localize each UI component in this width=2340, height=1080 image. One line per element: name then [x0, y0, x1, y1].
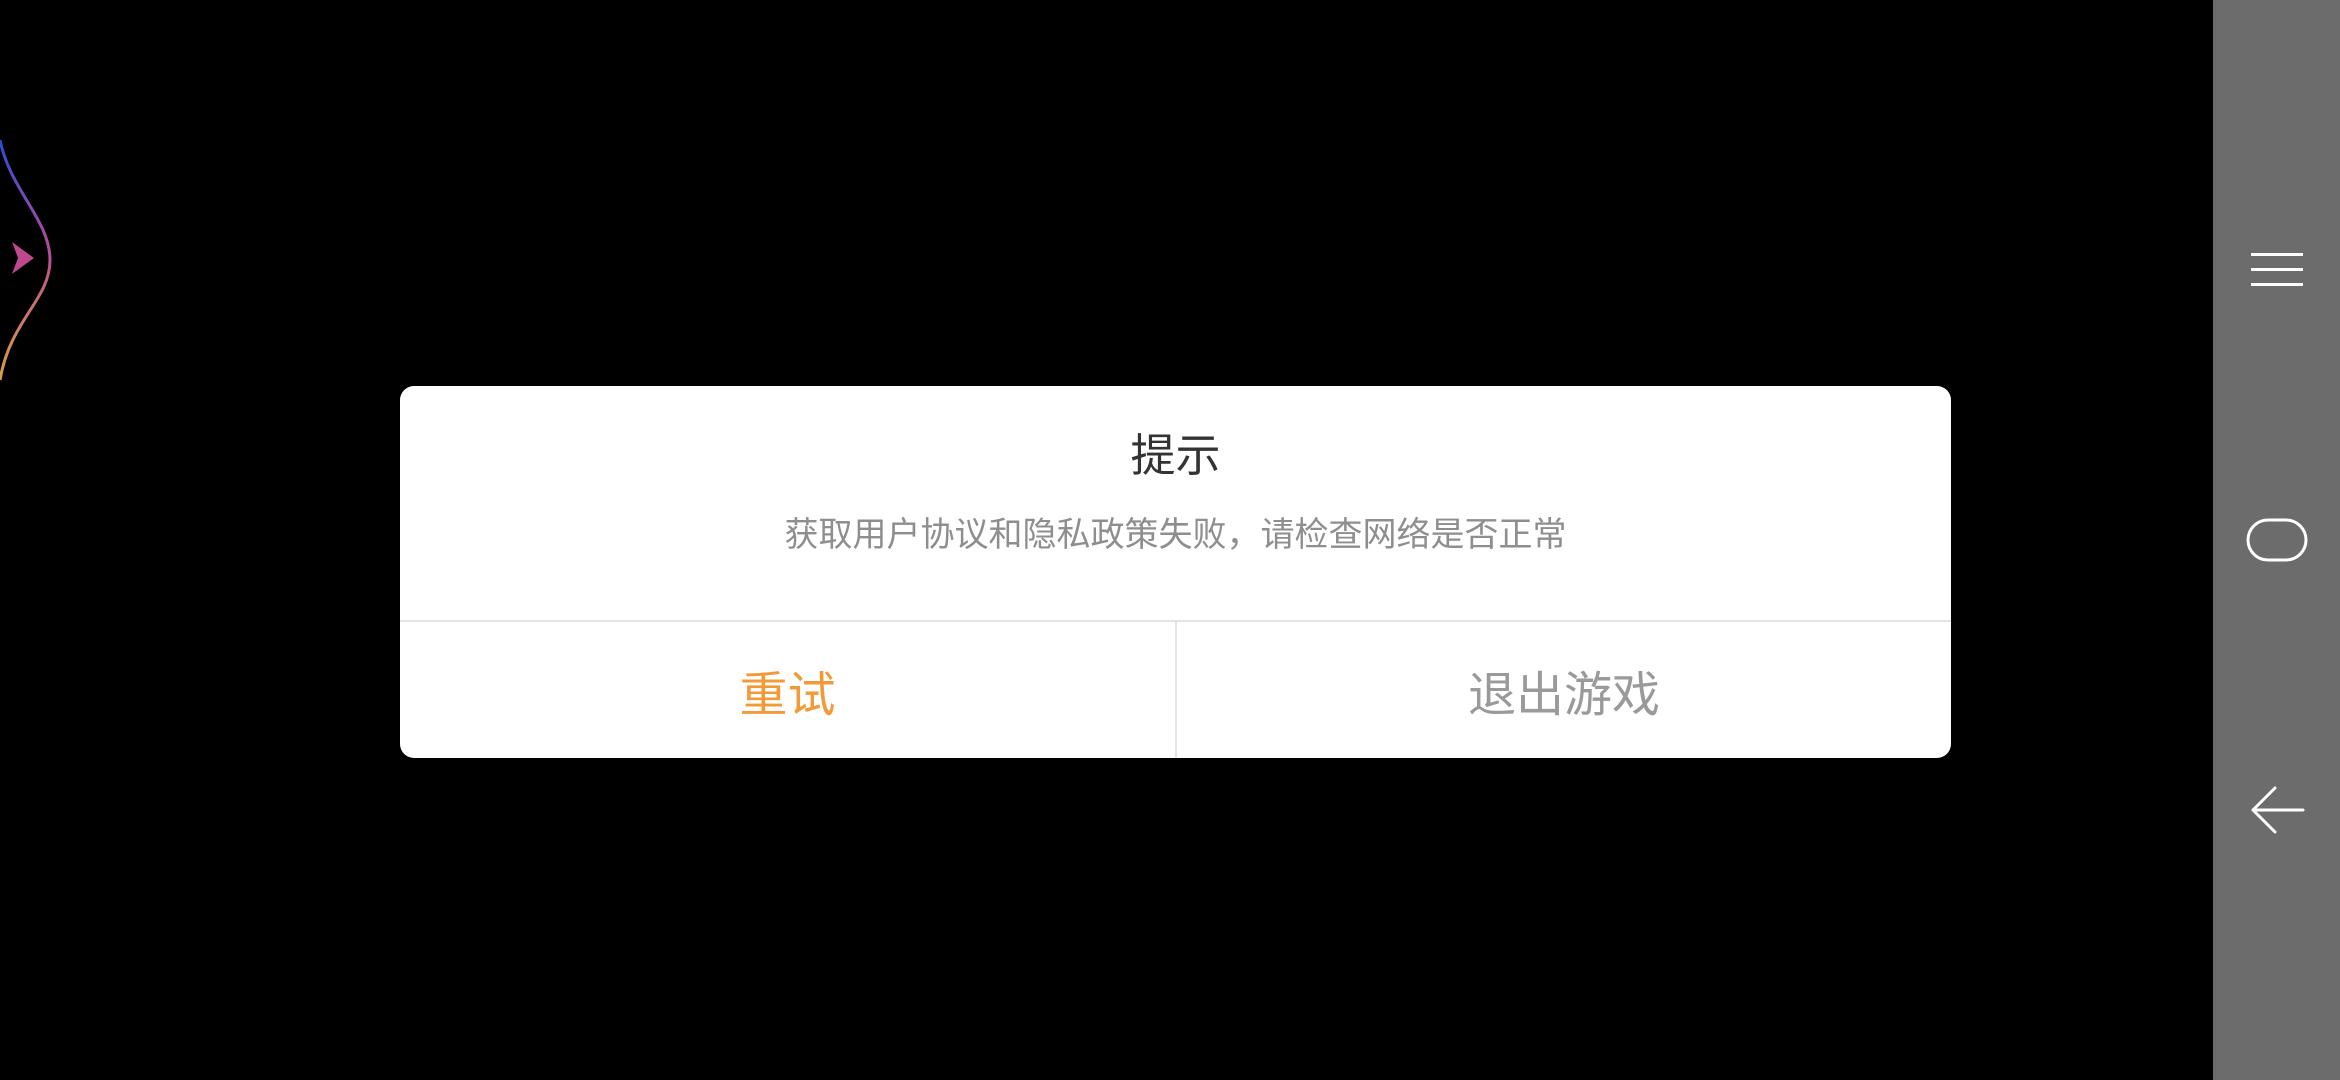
- home-button[interactable]: [2213, 485, 2340, 595]
- retry-button[interactable]: 重试: [400, 622, 1175, 758]
- exit-game-button[interactable]: 退出游戏: [1177, 622, 1951, 758]
- home-icon: [2246, 518, 2307, 562]
- back-icon: [2251, 786, 2304, 834]
- navigation-bar: [2213, 0, 2340, 1080]
- dialog-message: 获取用户协议和隐私政策失败，请检查网络是否正常: [784, 515, 1567, 555]
- menu-button[interactable]: [2213, 215, 2340, 325]
- edge-arrow-icon: [12, 242, 34, 274]
- edge-gesture-indicator[interactable]: [0, 120, 70, 400]
- menu-icon: [2250, 253, 2303, 286]
- screen: 提示 获取用户协议和隐私政策失败，请检查网络是否正常 重试 退出游戏: [0, 0, 2340, 1080]
- back-button[interactable]: [2213, 755, 2340, 865]
- alert-dialog: 提示 获取用户协议和隐私政策失败，请检查网络是否正常 重试 退出游戏: [400, 386, 1951, 758]
- dialog-title: 提示: [1130, 429, 1221, 482]
